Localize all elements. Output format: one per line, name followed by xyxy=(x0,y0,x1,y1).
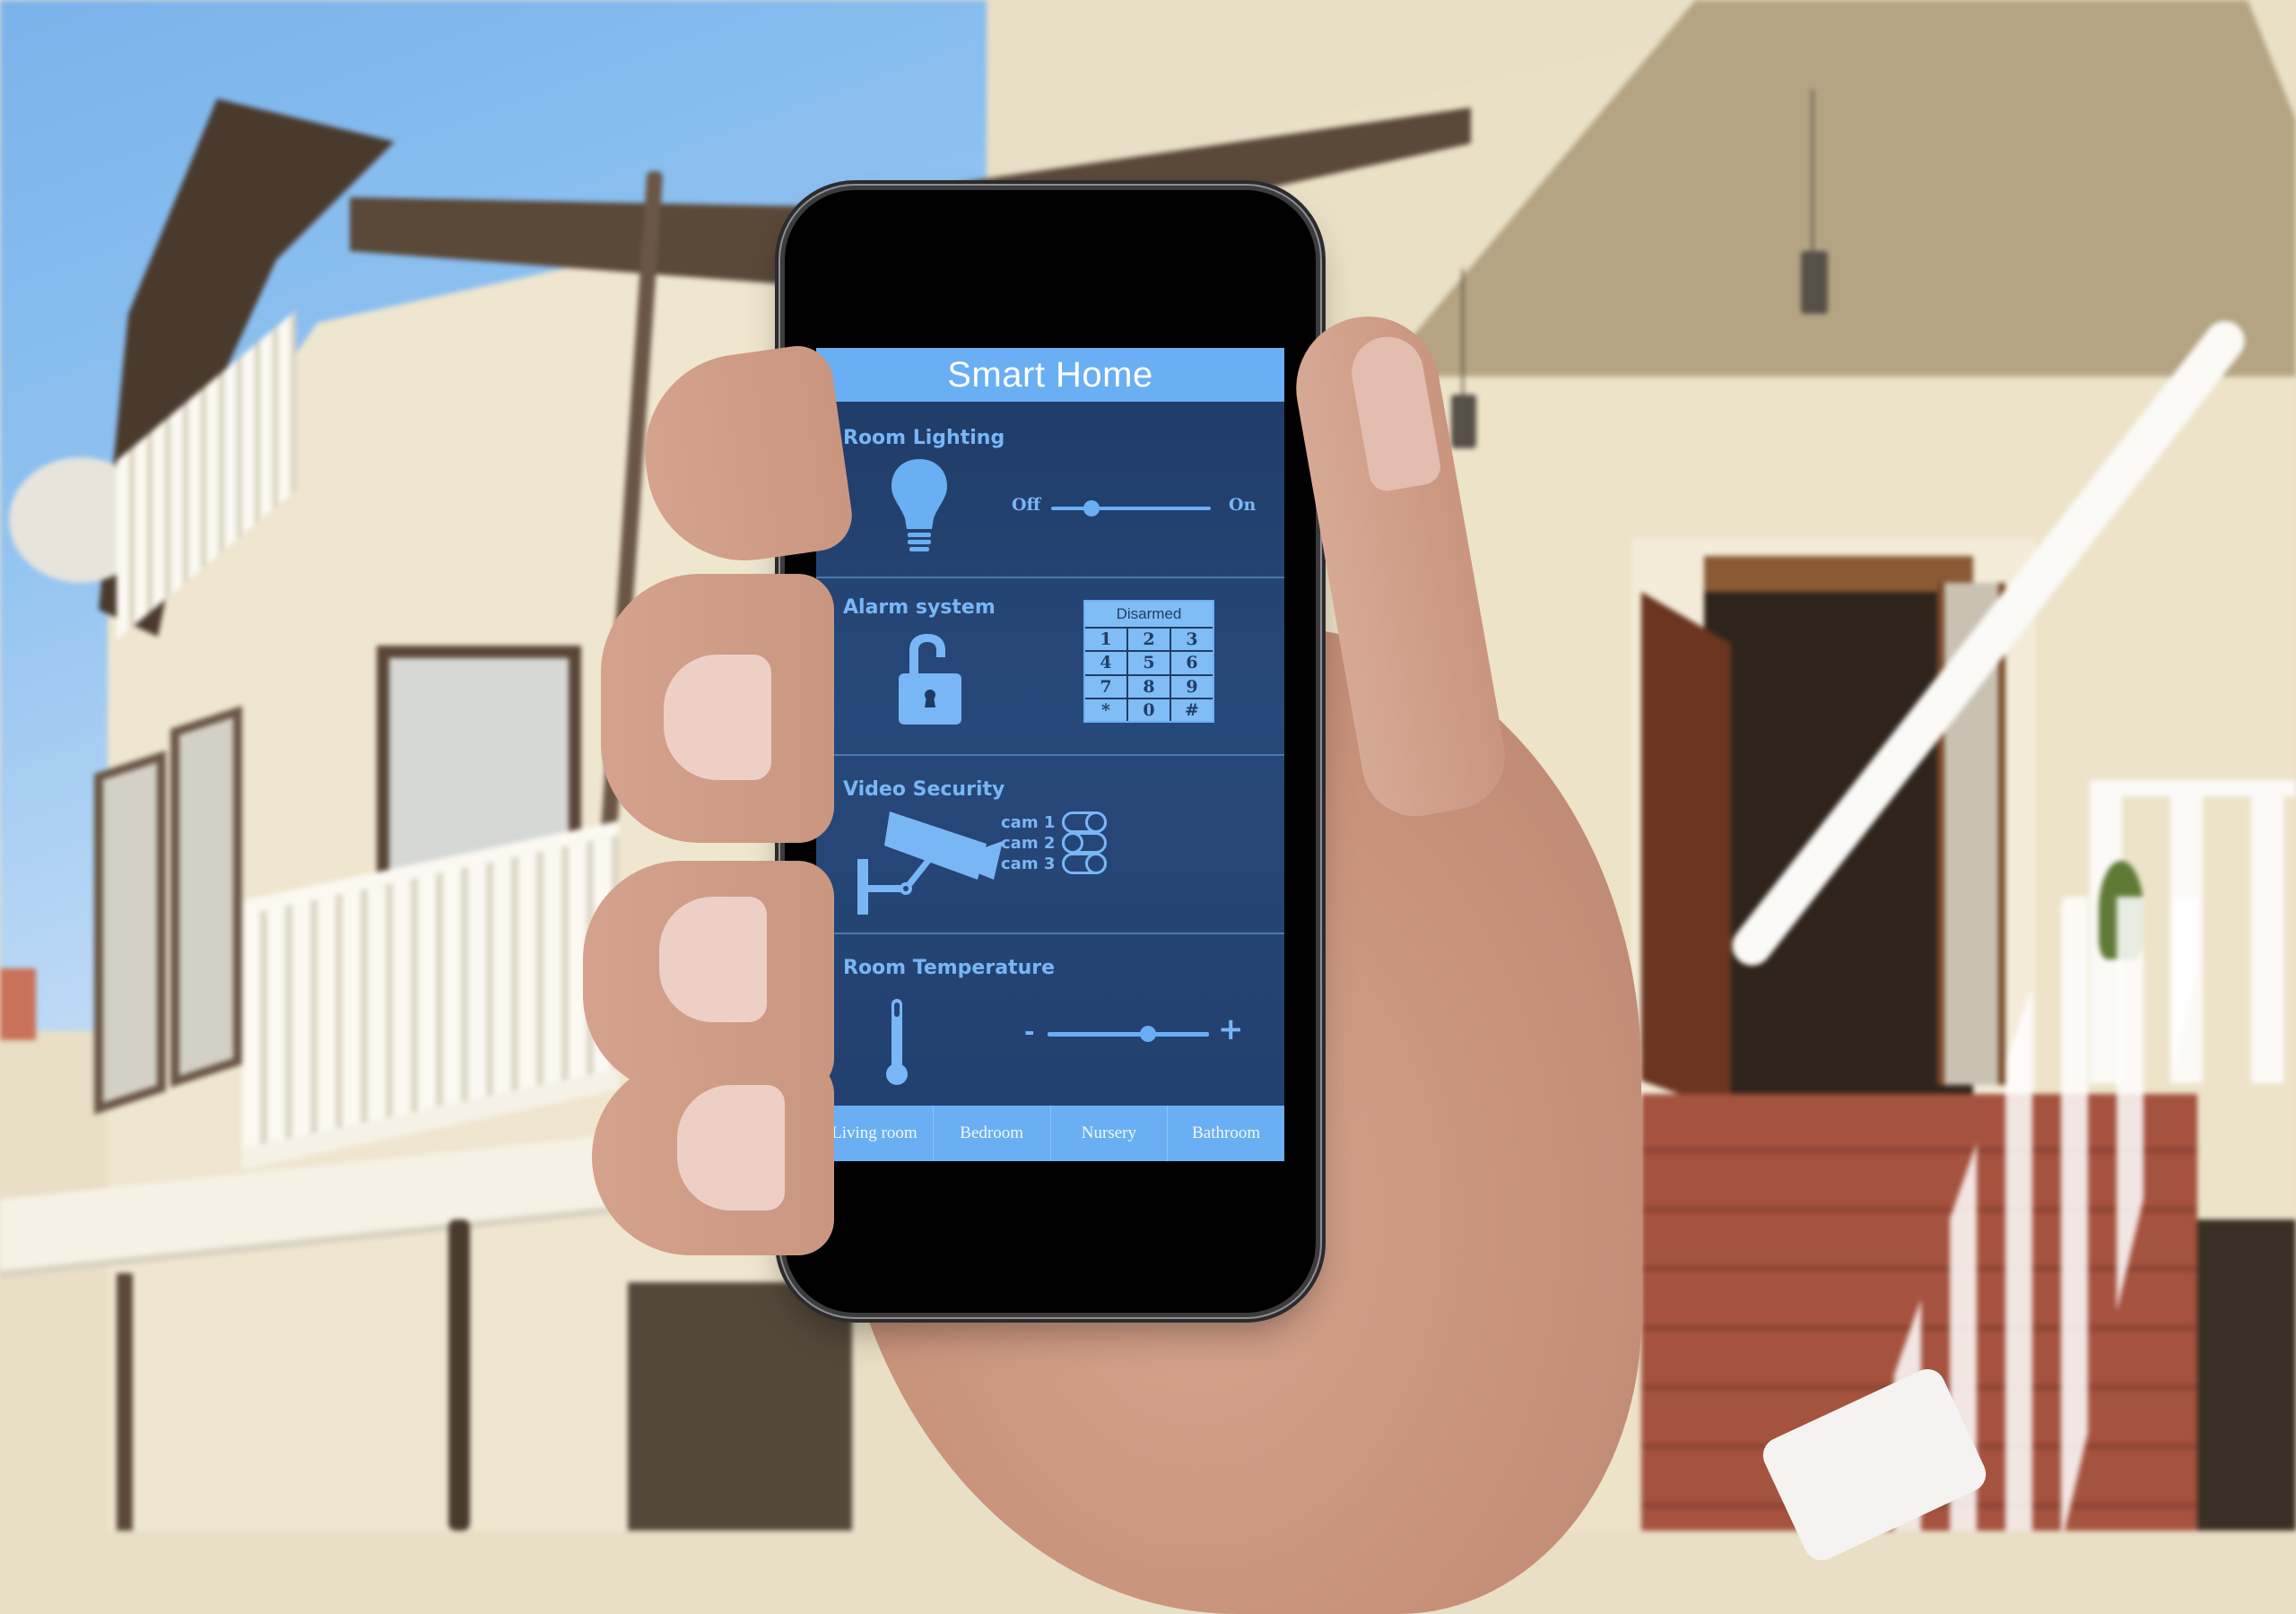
camera-toggle[interactable] xyxy=(1062,811,1108,833)
window xyxy=(94,751,166,1115)
light-on-label: On xyxy=(1229,495,1257,515)
keypad-key[interactable]: 1 xyxy=(1085,629,1126,651)
camera-row: cam 2 xyxy=(1001,832,1108,854)
camera-label: cam 2 xyxy=(1001,833,1056,853)
lighting-slider[interactable] xyxy=(1051,500,1211,516)
video-security-section: Video Security cam 1 cam 2 cam 3 xyxy=(816,756,1284,934)
room-lighting-section: Room Lighting Off On xyxy=(816,402,1284,578)
window xyxy=(170,706,242,1088)
tab-bathroom[interactable]: Bathroom xyxy=(1168,1106,1284,1161)
keypad-key[interactable]: 2 xyxy=(1128,629,1170,651)
lighting-slider-handle[interactable] xyxy=(1083,500,1100,516)
keypad-grid: 1 2 3 4 5 6 7 8 9 * 0 # xyxy=(1085,629,1213,721)
room-tab-bar: Living room Bedroom Nursery Bathroom xyxy=(816,1106,1284,1161)
lower-doorway xyxy=(628,1282,852,1531)
section-title: Video Security xyxy=(843,778,1005,801)
tab-nursery[interactable]: Nursery xyxy=(1051,1106,1169,1161)
camera-toggle[interactable] xyxy=(1062,853,1108,874)
toggle-knob xyxy=(1085,811,1108,833)
section-title: Room Temperature xyxy=(843,957,1055,979)
phone-screen: Smart Home Room Lighting Off On Alarm sy… xyxy=(816,348,1284,1161)
keypad-key[interactable]: 8 xyxy=(1128,675,1170,698)
front-door xyxy=(1641,592,1731,1112)
keypad-key[interactable]: 6 xyxy=(1171,652,1213,674)
neighbor-roof xyxy=(0,968,36,1040)
keypad-key[interactable]: 4 xyxy=(1085,652,1126,674)
keypad-key[interactable]: 0 xyxy=(1128,699,1170,721)
alarm-status: Disarmed xyxy=(1085,602,1213,629)
drain-pipe xyxy=(448,1219,470,1531)
camera-row: cam 3 xyxy=(1001,853,1108,874)
fingernail xyxy=(664,655,771,780)
keypad-key[interactable]: 9 xyxy=(1171,675,1213,698)
fingernail xyxy=(659,897,767,1022)
keypad-key[interactable]: # xyxy=(1171,699,1213,721)
side-doorway xyxy=(2197,1219,2296,1531)
hanging-lamp xyxy=(1801,90,1837,314)
toggle-knob xyxy=(1085,853,1108,874)
door-transom xyxy=(1704,556,1973,592)
temperature-slider[interactable] xyxy=(1048,1026,1209,1042)
light-off-label: Off xyxy=(1012,495,1041,515)
tab-bedroom[interactable]: Bedroom xyxy=(934,1106,1051,1161)
room-temperature-section: Room Temperature - + xyxy=(816,934,1284,1106)
toggle-knob xyxy=(1062,832,1084,854)
keypad-key[interactable]: 3 xyxy=(1171,629,1213,651)
keypad-key[interactable]: * xyxy=(1085,699,1126,721)
drain-pipe xyxy=(117,1273,133,1531)
fingernail xyxy=(677,1085,785,1210)
lightbulb-icon xyxy=(891,459,947,551)
hanging-lamp xyxy=(1451,269,1487,448)
temperature-slider-handle[interactable] xyxy=(1139,1026,1156,1042)
camera-label: cam 1 xyxy=(1001,812,1056,832)
temperature-increase-button[interactable]: + xyxy=(1218,1011,1244,1047)
app-header: Smart Home xyxy=(816,348,1284,402)
keypad-key[interactable]: 5 xyxy=(1128,652,1170,674)
camera-toggle[interactable] xyxy=(1062,832,1108,854)
section-title: Alarm system xyxy=(843,596,996,619)
thermometer-icon xyxy=(886,999,908,1085)
alarm-system-section: Alarm system Disarmed 1 2 3 4 5 6 7 8 9 * 0 # xyxy=(816,578,1284,756)
alarm-keypad: Disarmed 1 2 3 4 5 6 7 8 9 * 0 # xyxy=(1083,600,1214,723)
keypad-key[interactable]: 7 xyxy=(1085,675,1126,698)
security-camera-icon xyxy=(857,811,1003,915)
section-title: Room Lighting xyxy=(843,427,1005,449)
temperature-decrease-button[interactable]: - xyxy=(1024,1017,1035,1046)
camera-label: cam 3 xyxy=(1001,854,1056,873)
unlocked-padlock-icon[interactable] xyxy=(897,632,969,726)
camera-row: cam 1 xyxy=(1001,811,1108,833)
app-title: Smart Home xyxy=(947,354,1153,395)
